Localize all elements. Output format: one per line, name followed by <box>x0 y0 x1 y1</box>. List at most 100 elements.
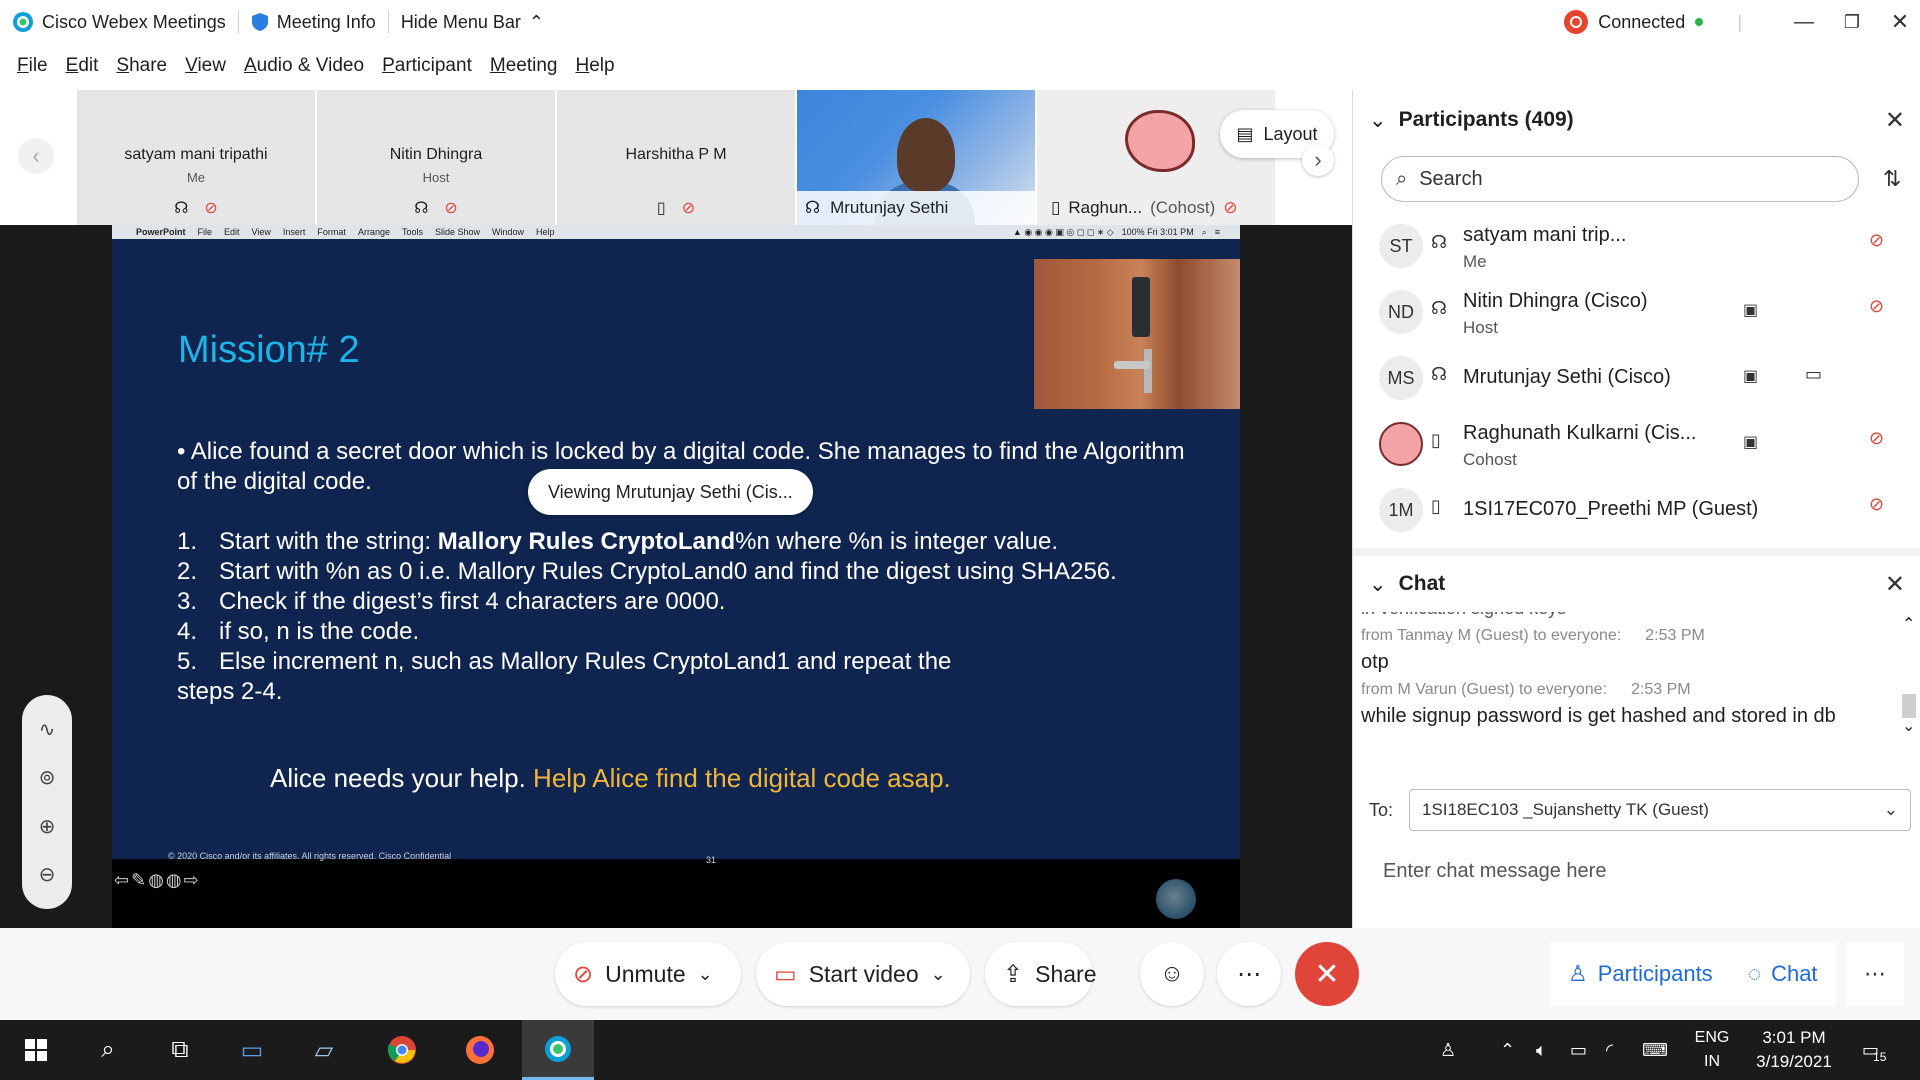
participant-row[interactable]: 1M ▯ 1SI17EC070_Preethi MP (Guest) ⊘ <box>1353 476 1920 542</box>
zoom-icon[interactable]: ◍ <box>166 870 182 891</box>
participant-row[interactable]: MS ☊ Mrutunjay Sethi (Cisco) ▣ ▭ <box>1353 344 1920 410</box>
zoom-in-icon[interactable]: ⊕ <box>39 814 56 839</box>
participant-thumbnail[interactable]: satyam mani tripathi Me ☊ ⊘ <box>77 90 315 225</box>
taskbar-app-chrome[interactable] <box>366 1020 438 1080</box>
chat-message-text: in verification signed keys <box>1361 612 1891 624</box>
muted-mic-icon[interactable]: ⊘ <box>1869 296 1884 317</box>
chat-scrollbar[interactable]: ⌃ ⌄ <box>1899 616 1919 736</box>
leave-meeting-button[interactable]: ✕ <box>1295 942 1359 1006</box>
video-camera-icon: ▭ <box>1805 364 1823 384</box>
remote-control-icon[interactable]: ⊚ <box>39 765 56 790</box>
scrollbar-thumb[interactable] <box>1902 694 1916 718</box>
participant-thumbnail[interactable]: Harshitha P M ▯ ⊘ <box>557 90 795 225</box>
task-view-button[interactable]: ⧉ <box>144 1020 216 1080</box>
participants-header[interactable]: ⌄ Participants (409) ✕ <box>1353 90 1920 150</box>
chevron-down-icon[interactable]: ⌄ <box>698 964 713 985</box>
id-card-icon: ▣ <box>1743 302 1759 319</box>
zoom-out-icon[interactable]: ⊖ <box>39 862 56 887</box>
slide-title: Mission# 2 <box>178 329 360 371</box>
hide-menu-bar-button[interactable]: Hide Menu Bar ⌃ <box>389 0 556 44</box>
meeting-info-button[interactable]: Meeting Info <box>239 0 388 44</box>
participant-row[interactable]: ▯ Raghunath Kulkarni (Cis... Cohost ▣ ⊘ <box>1353 410 1920 476</box>
recipient-value: 1SI18EC103 _Sujanshetty TK (Guest) <box>1422 800 1709 819</box>
door-handle <box>1114 361 1150 369</box>
panel-divider[interactable] <box>1353 548 1920 556</box>
chat-panel-button[interactable]: ◌ Chat <box>1730 942 1836 1006</box>
chevron-down-icon[interactable]: ⌄ <box>1369 108 1387 133</box>
menu-edit[interactable]: Edit <box>57 55 108 77</box>
chat-header[interactable]: ⌄ Chat ✕ <box>1353 556 1920 612</box>
mac-menu-item: Edit <box>224 227 240 237</box>
start-button[interactable] <box>0 1020 72 1080</box>
participant-thumbnail[interactable]: Nitin Dhingra Host ☊ ⊘ <box>317 90 555 225</box>
people-icon[interactable]: ♙ <box>1440 1020 1456 1080</box>
phone-icon: ▯ <box>1431 430 1441 450</box>
sort-icon[interactable]: ⇅ <box>1883 166 1901 192</box>
muted-mic-icon[interactable]: ⊘ <box>1869 428 1884 449</box>
strip-prev-button[interactable]: ‹ <box>18 138 54 174</box>
more-panels-button[interactable]: ⋯ <box>1846 942 1904 1006</box>
search-button[interactable]: ⌕ <box>72 1020 144 1080</box>
door-image <box>1034 259 1240 409</box>
close-window-button[interactable]: ✕ <box>1872 0 1920 44</box>
menu-share[interactable]: Share <box>107 55 176 77</box>
taskbar-app-webex[interactable] <box>522 1020 594 1080</box>
chat-message-meta: from Tanmay M (Guest) to everyone: 2:53 P… <box>1361 624 1891 648</box>
record-icon[interactable] <box>1564 10 1589 34</box>
taskbar-app-pc[interactable]: ▭ <box>216 1020 288 1080</box>
share-button[interactable]: ⇪ Share <box>985 942 1096 1006</box>
unmute-button[interactable]: ⊘ Unmute ⌄ <box>555 942 741 1006</box>
more-options-button[interactable]: ⋯ <box>1217 942 1281 1006</box>
prev-slide-icon[interactable]: ⇦ <box>114 870 129 891</box>
notification-center-button[interactable]: ▭ 15 <box>1862 1020 1886 1080</box>
volume-icon[interactable]: 🔈︎ <box>1536 1020 1547 1080</box>
chat-recipient-select[interactable]: 1SI18EC103 _Sujanshetty TK (Guest) ⌄ <box>1409 789 1911 831</box>
next-slide-icon[interactable]: ⇨ <box>184 870 199 891</box>
participants-label: Participants <box>1597 961 1713 986</box>
participant-name: Mrutunjay Sethi (Cisco) <box>1463 366 1671 388</box>
keyboard-icon[interactable]: ⌨ <box>1642 1020 1668 1080</box>
notepad-icon: ▱ <box>314 1036 334 1064</box>
scroll-down-icon[interactable]: ⌄ <box>1902 716 1915 736</box>
start-video-button[interactable]: ▭ Start video ⌄ <box>756 942 970 1006</box>
taskbar-app-notepad[interactable]: ▱ <box>288 1020 360 1080</box>
step-number: 5. <box>177 648 198 675</box>
thumbnail-name: Nitin Dhingra <box>389 146 483 163</box>
close-chat-button[interactable]: ✕ <box>1885 570 1905 599</box>
mac-menu-item: View <box>251 227 271 237</box>
menu-view[interactable]: View <box>176 55 235 77</box>
taskbar-clock[interactable]: 3:01 PM 3/19/2021 <box>1748 1026 1840 1074</box>
menu-file[interactable]: File <box>8 55 57 77</box>
pen-icon[interactable]: ✎ <box>131 870 146 891</box>
menu-audio-video[interactable]: Audio & Video <box>235 55 373 77</box>
thumbnail-name: satyam mani tripathi <box>124 146 268 163</box>
show-hidden-icons[interactable]: ⌃ <box>1500 1020 1515 1080</box>
participant-row[interactable]: ND ☊ Nitin Dhingra (Cisco) Host ▣ ⊘ <box>1353 278 1920 344</box>
close-participants-button[interactable]: ✕ <box>1885 106 1905 135</box>
chevron-down-icon[interactable]: ⌄ <box>931 964 946 985</box>
slides-icon[interactable]: ◍ <box>148 870 164 891</box>
headset-icon: ☊ <box>174 200 189 217</box>
shield-icon <box>251 13 268 31</box>
chevron-down-icon[interactable]: ⌄ <box>1369 572 1387 597</box>
active-speaker-thumbnail[interactable]: ☊ Mrutunjay Sethi <box>797 90 1035 225</box>
muted-mic-icon[interactable]: ⊘ <box>1869 230 1884 251</box>
menu-meeting[interactable]: Meeting <box>481 55 567 77</box>
language-indicator[interactable]: ENG IN <box>1690 1026 1734 1074</box>
scroll-up-icon[interactable]: ⌃ <box>1902 614 1915 634</box>
menu-participant[interactable]: Participant <box>373 55 481 77</box>
strip-next-button[interactable]: › <box>1302 144 1334 176</box>
participant-search-input[interactable]: ⌕ Search <box>1381 156 1859 202</box>
annotate-icon[interactable]: ∿ <box>39 717 56 742</box>
taskbar-app-firefox[interactable] <box>444 1020 516 1080</box>
muted-mic-icon[interactable]: ⊘ <box>1869 494 1884 515</box>
reactions-button[interactable]: ☺ <box>1140 942 1204 1006</box>
wifi-icon[interactable]: ◜ <box>1606 1020 1613 1080</box>
step-text: if so, n is the code. <box>219 618 420 645</box>
menu-help[interactable]: Help <box>566 55 623 77</box>
chat-message-input[interactable]: Enter chat message here <box>1383 860 1606 883</box>
participants-panel-button[interactable]: ♙ Participants <box>1550 942 1731 1006</box>
mac-menu-item: Help <box>536 227 555 237</box>
participant-row[interactable]: ST ☊ satyam mani trip... Me ⊘ <box>1353 212 1920 278</box>
battery-icon[interactable]: ▭ <box>1570 1020 1587 1080</box>
